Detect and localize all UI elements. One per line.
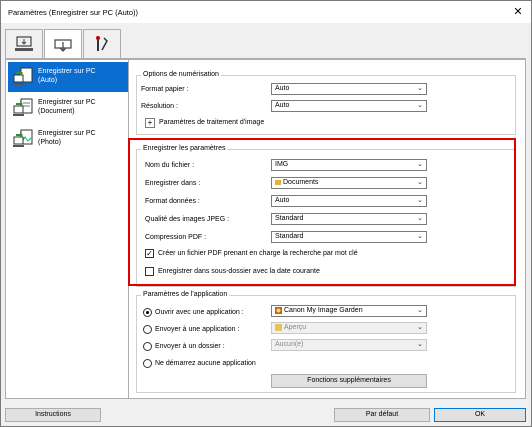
sidebar-item-auto[interactable]: Enregistrer sur PC (Auto): [8, 62, 128, 92]
send-to-app-value: Aperçu: [284, 324, 307, 331]
send-to-app-radio[interactable]: [143, 325, 152, 334]
sidebar-item-sublabel: (Photo): [38, 138, 61, 146]
save-photo-icon: [13, 129, 33, 147]
searchable-pdf-checkbox[interactable]: ✓: [145, 249, 154, 258]
computer-scan-icon: [15, 36, 33, 51]
ok-button[interactable]: OK: [434, 408, 526, 422]
sidebar: Enregistrer sur PC (Auto) Enregistrer su…: [5, 59, 129, 399]
settings-window: Paramètres (Enregistrer sur PC (Auto)) ✕: [0, 0, 532, 427]
my-image-garden-icon: [275, 306, 282, 314]
sidebar-item-sublabel: (Auto): [38, 76, 58, 84]
send-to-folder-radio[interactable]: [143, 342, 152, 351]
resolution-value: Auto: [275, 102, 290, 109]
sidebar-item-label: Enregistrer sur PC: [38, 68, 96, 75]
tools-icon: [96, 36, 108, 51]
sidebar-item-sublabel: (Document): [38, 107, 75, 115]
close-icon[interactable]: ✕: [511, 5, 525, 19]
paper-size-value: Auto: [275, 85, 290, 92]
save-in-value: Documents: [283, 179, 319, 186]
settings-panel: Options de numérisation Format papier : …: [129, 59, 526, 399]
chevron-down-icon: ⌄: [417, 85, 423, 92]
save-in-label: Enregistrer dans :: [145, 180, 201, 187]
jpeg-quality-value: Standard: [275, 215, 304, 222]
tab-scan-from-operation-panel[interactable]: [44, 29, 82, 60]
data-format-label: Format données :: [145, 198, 200, 205]
chevron-down-icon: ⌄: [417, 197, 423, 204]
searchable-pdf-label: Créer un fichier PDF prenant en charge l…: [158, 250, 358, 257]
app-settings-group: Paramètres de l'application Ouvrir avec …: [136, 291, 516, 393]
group-title: Enregistrer les paramètres: [141, 145, 228, 152]
tab-general-settings[interactable]: [83, 29, 121, 59]
save-settings-group: Enregistrer les paramètres Nom du fichie…: [136, 145, 516, 287]
scanner-icon: [54, 38, 72, 52]
send-to-app-select[interactable]: Aperçu ⌄: [271, 322, 427, 334]
image-processing-label: Paramètres de traitement d'image: [159, 119, 265, 126]
chevron-down-icon: ⌄: [417, 179, 423, 186]
footer-bar: Instructions Par défaut OK: [1, 405, 531, 426]
chevron-down-icon: ⌄: [417, 341, 423, 348]
resolution-select[interactable]: Auto ⌄: [271, 100, 427, 112]
file-name-value: IMG: [275, 161, 289, 168]
no-app-label: Ne démarrez aucune application: [155, 360, 256, 367]
group-title: Paramètres de l'application: [141, 291, 230, 298]
data-format-select[interactable]: Auto ⌄: [271, 195, 427, 207]
sidebar-item-label: Enregistrer sur PC: [38, 99, 96, 106]
chevron-down-icon: ⌄: [417, 102, 423, 109]
chevron-down-icon: ⌄: [417, 233, 423, 240]
pdf-compression-value: Standard: [275, 233, 304, 240]
subfolder-checkbox[interactable]: [145, 267, 154, 276]
send-to-folder-label: Envoyer à un dossier :: [155, 343, 225, 350]
send-to-folder-value: Aucun(e): [275, 341, 304, 348]
expand-image-processing-button[interactable]: +: [145, 118, 155, 128]
chevron-down-icon: ⌄: [417, 307, 423, 314]
tab-scan-from-computer[interactable]: [5, 29, 43, 59]
file-name-select[interactable]: IMG ⌄: [271, 159, 427, 171]
save-auto-icon: [13, 67, 33, 85]
save-document-icon: [13, 98, 33, 116]
send-to-folder-select[interactable]: Aucun(e) ⌄: [271, 339, 427, 351]
chevron-down-icon: ⌄: [417, 215, 423, 222]
file-name-label: Nom du fichier :: [145, 162, 195, 169]
open-with-app-select[interactable]: Canon My Image Garden ⌄: [271, 305, 427, 317]
data-format-value: Auto: [275, 197, 290, 204]
sidebar-item-document[interactable]: Enregistrer sur PC (Document): [8, 93, 128, 123]
jpeg-quality-label: Qualité des images JPEG :: [145, 216, 230, 223]
jpeg-quality-select[interactable]: Standard ⌄: [271, 213, 427, 225]
open-with-app-label: Ouvrir avec une application :: [155, 309, 244, 316]
pdf-compression-select[interactable]: Standard ⌄: [271, 231, 427, 243]
pdf-compression-label: Compression PDF :: [145, 234, 207, 241]
save-in-select[interactable]: Documents ⌄: [271, 177, 427, 189]
paper-size-label: Format papier :: [141, 86, 189, 93]
scan-options-group: Options de numérisation Format papier : …: [136, 71, 516, 135]
resolution-label: Résolution :: [141, 103, 178, 110]
no-app-radio[interactable]: [143, 359, 152, 368]
sidebar-item-photo[interactable]: Enregistrer sur PC (Photo): [8, 124, 128, 154]
preview-app-icon: [275, 323, 282, 331]
folder-icon: [275, 180, 281, 186]
open-with-app-value: Canon My Image Garden: [284, 307, 363, 314]
more-functions-button[interactable]: Fonctions supplémentaires: [271, 374, 427, 388]
chevron-down-icon: ⌄: [417, 324, 423, 331]
open-with-app-radio[interactable]: [143, 308, 152, 317]
sidebar-item-label: Enregistrer sur PC: [38, 130, 96, 137]
subfolder-label: Enregistrer dans sous-dossier avec la da…: [158, 268, 320, 275]
send-to-app-label: Envoyer à une application :: [155, 326, 240, 333]
defaults-button[interactable]: Par défaut: [334, 408, 430, 422]
chevron-down-icon: ⌄: [417, 161, 423, 168]
instructions-button[interactable]: Instructions: [5, 408, 101, 422]
paper-size-select[interactable]: Auto ⌄: [271, 83, 427, 95]
window-title: Paramètres (Enregistrer sur PC (Auto)): [8, 8, 139, 17]
title-bar: Paramètres (Enregistrer sur PC (Auto)) ✕: [1, 1, 531, 23]
group-title: Options de numérisation: [141, 71, 221, 78]
